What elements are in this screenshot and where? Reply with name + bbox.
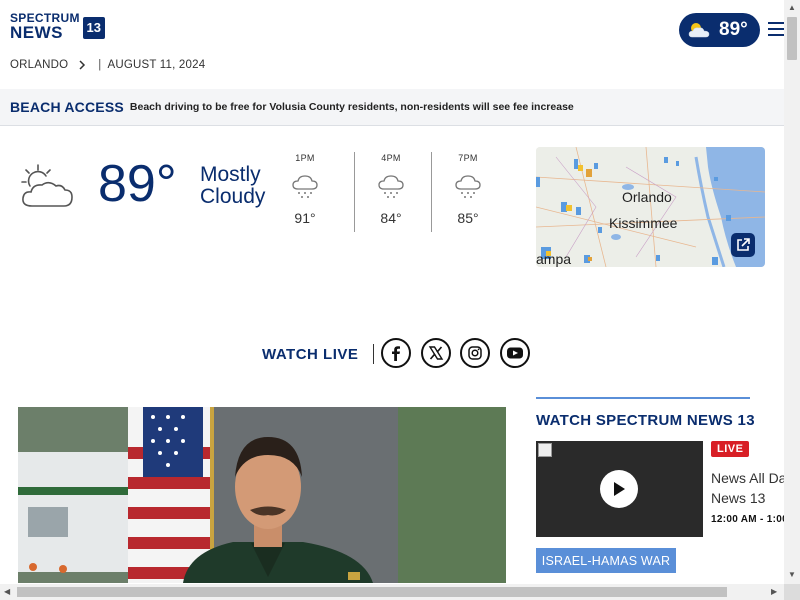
forecast-temp: 84°	[380, 210, 402, 226]
radar-map[interactable]: Orlando Kissimmee ampa	[536, 147, 765, 267]
live-show-name[interactable]: News All Day News 13	[711, 468, 793, 508]
hero-photo	[18, 407, 506, 583]
spectrum-news-logo[interactable]: SPECTRUM NEWS 13	[10, 12, 105, 41]
map-label-tampa: ampa	[536, 251, 572, 267]
scroll-right-arrow-icon[interactable]: ▶	[771, 587, 777, 596]
broken-image-icon	[538, 443, 552, 457]
breadcrumb-separator: |	[98, 59, 102, 71]
external-link-icon[interactable]	[731, 233, 755, 257]
forecast-time: 4PM	[381, 153, 401, 163]
show-name-line-2: News 13	[711, 490, 766, 506]
forecast-divider	[354, 152, 355, 232]
forecast-time: 1PM	[295, 153, 315, 163]
map-label-kissimmee: Kissimmee	[609, 215, 678, 231]
scroll-up-arrow-icon[interactable]: ▲	[788, 3, 796, 12]
logo-bottom-text: NEWS	[10, 23, 63, 42]
horizontal-scroll-thumb[interactable]	[17, 587, 727, 597]
breadcrumb-date: AUGUST 11, 2024	[107, 59, 206, 71]
watch-live-label[interactable]: WATCH LIVE	[262, 346, 358, 363]
header-weather-temp: 89°	[719, 19, 748, 40]
current-temperature: 89°	[98, 155, 177, 213]
forecast-divider	[431, 152, 432, 232]
forecast-temp: 85°	[457, 210, 479, 226]
forecast-hour-3: 7PM 85°	[433, 153, 503, 226]
horizontal-scrollbar[interactable]: ◀ ▶	[0, 584, 784, 600]
header-weather-button[interactable]: 89°	[679, 13, 760, 47]
chevron-right-icon[interactable]	[78, 60, 86, 70]
map-label-orlando: Orlando	[622, 189, 672, 205]
topic-tag-button[interactable]: ISRAEL-HAMAS WAR	[536, 548, 676, 573]
rain-icon	[292, 175, 318, 198]
partly-cloudy-icon	[688, 23, 710, 38]
play-icon[interactable]	[600, 470, 638, 508]
watch-spectrum-news-title[interactable]: WATCH SPECTRUM NEWS 13	[536, 412, 755, 429]
logo-channel-number: 13	[82, 16, 105, 39]
breaking-news-bar[interactable]: BEACH ACCESS Beach driving to be free fo…	[0, 89, 784, 126]
x-icon[interactable]	[421, 338, 451, 368]
breadcrumb: ORLANDO | AUGUST 11, 2024	[10, 59, 205, 71]
alert-title: BEACH ACCESS	[10, 99, 124, 115]
scroll-down-arrow-icon[interactable]: ▼	[788, 570, 796, 579]
scrollbar-corner	[784, 584, 800, 600]
hamburger-menu-icon[interactable]	[768, 21, 784, 37]
mostly-cloudy-icon	[21, 164, 73, 207]
facebook-icon[interactable]	[381, 338, 411, 368]
youtube-icon[interactable]	[500, 338, 530, 368]
section-accent-line	[536, 397, 750, 399]
alert-headline[interactable]: Beach driving to be free for Volusia Cou…	[130, 101, 574, 113]
forecast-hour-1: 1PM 91°	[270, 153, 340, 226]
vertical-scroll-thumb[interactable]	[787, 17, 797, 60]
breadcrumb-location[interactable]: ORLANDO	[10, 59, 68, 71]
show-name-line-1: News All Day	[711, 470, 794, 486]
logo-text: SPECTRUM NEWS	[10, 12, 80, 41]
rain-icon	[378, 175, 404, 198]
rain-icon	[455, 175, 481, 198]
watch-live-divider	[373, 344, 374, 364]
live-video-thumbnail[interactable]	[536, 441, 703, 537]
forecast-time: 7PM	[458, 153, 478, 163]
live-badge: LIVE	[711, 441, 750, 457]
scroll-left-arrow-icon[interactable]: ◀	[4, 587, 10, 596]
forecast-temp: 91°	[294, 210, 316, 226]
hero-article-image[interactable]	[18, 407, 506, 583]
page: SPECTRUM NEWS 13 89° ORLANDO | AUGUST 11…	[0, 0, 800, 600]
instagram-icon[interactable]	[460, 338, 490, 368]
vertical-scrollbar[interactable]: ▲ ▼	[784, 0, 800, 584]
forecast-hour-2: 4PM 84°	[356, 153, 426, 226]
